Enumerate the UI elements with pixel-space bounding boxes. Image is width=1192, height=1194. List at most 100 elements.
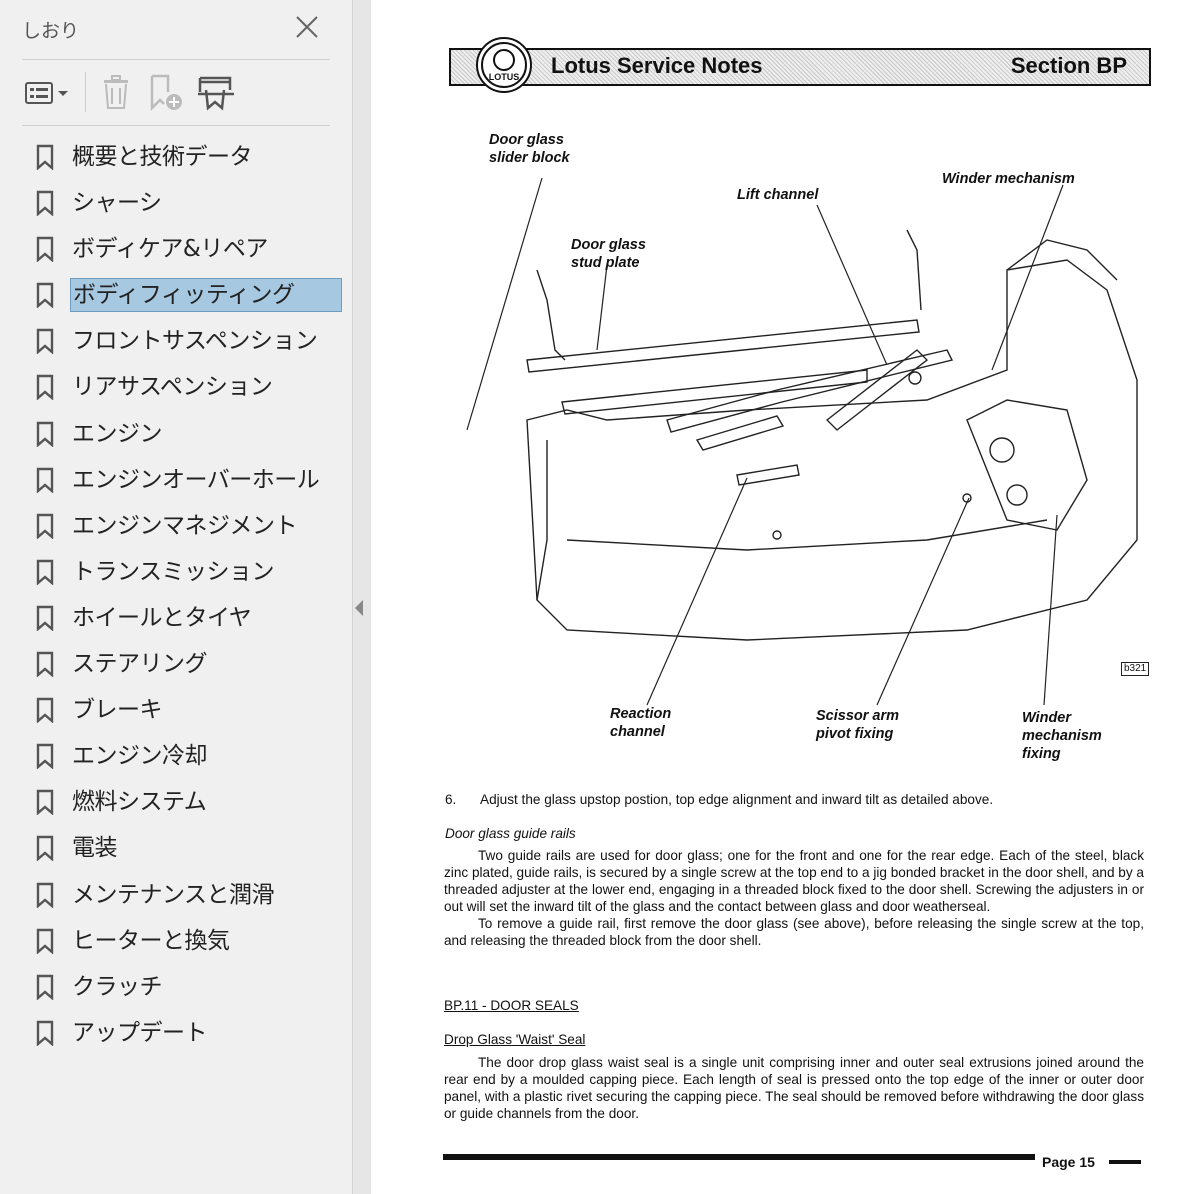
bookmark-icon [36,559,54,585]
door-mechanism-diagram [466,177,1138,706]
bookmark-icon [36,605,54,631]
lotus-logo-icon: LOTUS [476,37,532,93]
bookmark-icon [36,467,54,493]
bookmark-item[interactable]: トランスミッション [22,549,342,595]
callout-stud-plate: Door glass stud plate [571,237,646,271]
bookmark-label: リアサスペンション [72,374,273,401]
bookmark-icon [36,928,54,954]
guide-rails-text: Two guide rails are used for door glass;… [444,847,1144,949]
bookmark-icon [36,283,54,309]
bookmark-list: 概要と技術データ シャーシボディケア&リペアボディフィッティングフロントサスペンシ… [22,134,342,1056]
bookmark-label: シャーシ [72,190,162,217]
callout-winder-fixing: Winder mechanism fixing [1022,710,1102,762]
bookmark-label: アップデート [72,1019,208,1046]
page-number: Page 15 [1042,1154,1095,1170]
callout-lift-channel: Lift channel [737,187,819,203]
bookmark-label: エンジンマネジメント [72,512,298,539]
bookmark-toolbar [22,66,332,118]
bookmark-item[interactable]: フロントサスペンション [22,318,342,364]
bookmark-label: トランスミッション [72,558,275,585]
find-bookmark-icon[interactable] [194,72,238,112]
bookmark-icon [36,651,54,678]
close-icon[interactable] [292,12,322,42]
bookmark-icon [36,836,54,862]
document-page: Lotus Service Notes Section BP LOTUS Doo… [371,0,1192,1194]
bookmark-icon [36,1020,54,1046]
panel-splitter[interactable] [352,0,372,1194]
bookmark-label: 電装 [72,835,118,862]
bookmark-icon [36,974,54,1000]
bookmark-item[interactable]: 電装 [22,825,342,871]
trash-icon[interactable] [96,72,136,112]
bookmark-label: ボディフィッティング [70,278,342,313]
footer-rule [1109,1160,1141,1164]
bookmark-label: エンジン [72,420,163,447]
bookmark-label: フロントサスペンション [72,328,318,355]
footer-rule [443,1154,1035,1160]
step-text: Adjust the glass upstop postion, top edg… [480,792,994,807]
section-heading: BP.11 - DOOR SEALS [444,998,579,1013]
bookmark-icon [36,190,54,217]
step-number: 6. [445,792,457,807]
bookmark-item[interactable]: ステアリング [22,641,342,687]
bookmark-item[interactable]: 概要と技術データ [22,134,342,180]
bookmark-label: エンジンオーバーホール [72,466,320,493]
guide-rails-heading: Door glass guide rails [445,826,576,841]
callout-reaction-channel: Reaction channel [610,706,672,740]
bookmark-item[interactable]: リアサスペンション [22,364,342,410]
bookmark-item[interactable]: ホイールとタイヤ [22,595,342,641]
bookmark-icon [36,882,54,908]
subheading: Drop Glass 'Waist' Seal [444,1032,586,1047]
header-section: Section BP [1010,53,1127,78]
paragraph: Two guide rails are used for door glass;… [444,848,1144,914]
bookmark-icon [36,329,54,355]
bookmark-item[interactable]: エンジン [22,411,342,457]
bookmark-item[interactable]: ヒーターと換気 [22,918,342,964]
divider [22,59,330,60]
bookmark-item[interactable]: ブレーキ [22,687,342,733]
bookmark-label: 概要と技術データ [72,144,253,170]
bookmark-icon [36,513,54,539]
bookmark-item[interactable]: エンジンオーバーホール [22,457,342,503]
bookmark-icon [36,375,54,401]
bookmarks-panel: しおり 概要と技術データ シャーシボディケア&リペアボディフィッティングフロントサ… [0,0,352,1194]
toolbar-divider [85,72,86,112]
bookmark-item[interactable]: シャーシ [22,180,342,226]
bookmark-label: クラッチ [72,973,163,1000]
bookmark-icon [36,144,54,170]
add-bookmark-icon[interactable] [146,72,186,112]
bookmark-item[interactable]: アップデート [22,1010,342,1056]
list-options-icon[interactable] [22,72,72,112]
divider [22,125,330,126]
paragraph: To remove a guide rail, first remove the… [444,916,1144,948]
figure-id: b321 [1121,662,1150,676]
bookmark-item[interactable]: ボディケア&リペア [22,226,342,272]
bookmark-label: ステアリング [72,651,208,678]
bookmark-label: メンテナンスと潤滑 [72,881,275,908]
bookmark-label: ボディケア&リペア [72,236,268,263]
bookmark-label: 燃料システム [72,789,207,816]
step-6: 6. Adjust the glass upstop postion, top … [445,791,1145,808]
bookmark-label: エンジン冷却 [72,743,208,770]
collapse-panel-icon[interactable] [355,600,363,616]
page-header: Lotus Service Notes Section BP [449,48,1151,86]
callout-winder-mechanism: Winder mechanism [942,171,1075,187]
bookmark-icon [36,790,54,816]
bookmark-icon [36,744,54,770]
bookmark-label: ヒーターと換気 [72,927,230,954]
svg-text:LOTUS: LOTUS [489,72,520,82]
bookmark-item[interactable]: エンジン冷却 [22,733,342,779]
bookmark-item[interactable]: エンジンマネジメント [22,503,342,549]
bookmark-item[interactable]: クラッチ [22,964,342,1010]
bookmark-icon [36,236,54,263]
panel-title: しおり [22,20,80,42]
bookmark-item[interactable]: ボディフィッティング [22,272,342,318]
bookmark-item[interactable]: メンテナンスと潤滑 [22,872,342,918]
callout-scissor-pivot: Scissor arm pivot fixing [816,708,900,742]
header-title: Lotus Service Notes [551,53,763,78]
callout-slider-block: Door glass slider block [489,132,570,166]
bookmark-item[interactable]: 燃料システム [22,779,342,825]
paragraph: The door drop glass waist seal is a sing… [444,1055,1144,1121]
seal-text: The door drop glass waist seal is a sing… [444,1054,1144,1122]
bookmark-label: ブレーキ [72,697,163,724]
